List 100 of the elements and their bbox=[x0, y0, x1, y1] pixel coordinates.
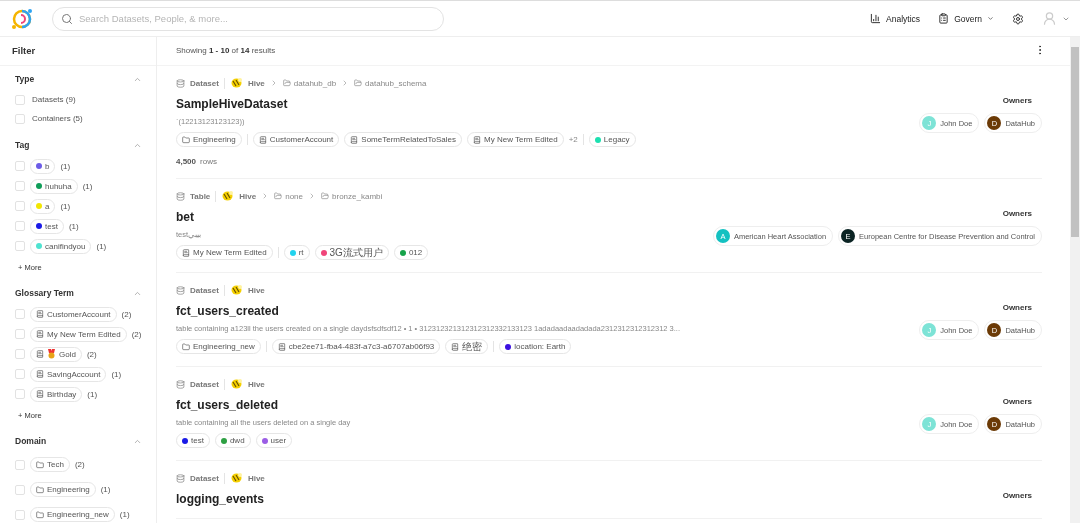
result-title[interactable]: bet bbox=[176, 210, 713, 224]
platform-name: Hive bbox=[239, 191, 257, 201]
filter-label: Containers (5) bbox=[32, 114, 83, 123]
book-icon bbox=[258, 135, 267, 144]
database-icon bbox=[176, 285, 185, 295]
filter-count: (1) bbox=[96, 241, 107, 251]
filter-count: (1) bbox=[100, 485, 111, 494]
checkbox[interactable] bbox=[15, 181, 25, 191]
owners-label: Owners bbox=[1002, 303, 1032, 312]
entity-type: Table bbox=[190, 191, 211, 201]
book-icon bbox=[277, 342, 286, 351]
user-menu[interactable] bbox=[1042, 11, 1070, 26]
checkbox[interactable] bbox=[15, 369, 25, 379]
folder-icon bbox=[36, 460, 44, 469]
book-icon bbox=[473, 135, 481, 144]
breadcrumb-link[interactable]: bronze_kambi bbox=[321, 191, 383, 201]
filter-count: (1) bbox=[119, 510, 130, 519]
folder-icon bbox=[321, 192, 329, 200]
book-icon bbox=[36, 350, 44, 358]
platform-name: Hive bbox=[247, 285, 265, 295]
section-header[interactable]: Type bbox=[15, 74, 142, 84]
book-icon bbox=[36, 390, 44, 398]
checkbox[interactable] bbox=[15, 221, 25, 231]
chevron-right-icon bbox=[308, 192, 316, 200]
owners-label: Owners bbox=[1002, 397, 1032, 406]
checkbox[interactable] bbox=[15, 349, 25, 359]
search-icon bbox=[61, 12, 73, 25]
result-title[interactable]: fct_users_created bbox=[176, 304, 920, 318]
result-title[interactable]: fct_users_deleted bbox=[176, 398, 920, 412]
entity-type: Dataset bbox=[190, 285, 219, 295]
checkbox[interactable] bbox=[15, 329, 25, 339]
bee-icon bbox=[229, 472, 243, 484]
database-icon bbox=[176, 473, 185, 483]
entity-type: Dataset bbox=[190, 379, 219, 389]
bee-icon bbox=[229, 284, 243, 296]
checkbox[interactable] bbox=[15, 509, 25, 520]
checkbox[interactable] bbox=[15, 94, 25, 105]
entity-type: Dataset bbox=[190, 78, 219, 88]
entity-type: Dataset bbox=[190, 473, 219, 483]
book-icon bbox=[36, 370, 44, 378]
book-icon bbox=[36, 310, 44, 318]
owners-label: Owners bbox=[1002, 96, 1032, 105]
nav-link[interactable]: Govern bbox=[938, 13, 994, 24]
folder-icon bbox=[36, 485, 44, 494]
folder-icon bbox=[274, 192, 283, 200]
book-icon bbox=[36, 330, 44, 338]
book-icon bbox=[350, 135, 359, 144]
logo-icon[interactable] bbox=[10, 6, 34, 31]
platform-name: Hive bbox=[247, 379, 265, 389]
book-icon bbox=[182, 248, 190, 257]
platform-name: Hive bbox=[247, 473, 265, 483]
checkbox[interactable] bbox=[15, 161, 25, 171]
folder-icon bbox=[182, 135, 190, 144]
section-header[interactable]: Tag bbox=[15, 140, 142, 150]
result-title[interactable]: SampleHiveDataset bbox=[176, 97, 920, 111]
database-icon bbox=[176, 191, 185, 201]
bee-icon bbox=[221, 190, 235, 202]
avatar-icon bbox=[1042, 11, 1057, 26]
filter-count: (2) bbox=[131, 329, 142, 339]
filter-count: (1) bbox=[111, 369, 122, 379]
filter-count: (2) bbox=[121, 309, 132, 319]
filter-count: (2) bbox=[86, 349, 97, 359]
row-count: 4,500 rows bbox=[176, 157, 218, 166]
owners-label: Owners bbox=[1002, 491, 1032, 500]
more-count: +2 bbox=[568, 135, 578, 144]
results-summary: Showing 1 - 10 of 14 results bbox=[176, 45, 276, 55]
checkbox[interactable] bbox=[15, 389, 25, 399]
scrollbar[interactable] bbox=[1070, 37, 1080, 523]
folder-icon bbox=[36, 510, 44, 519]
filter-count: (1) bbox=[82, 181, 93, 191]
database-icon bbox=[176, 379, 185, 389]
result-title[interactable]: logging_events bbox=[176, 492, 1003, 506]
book-icon bbox=[451, 342, 460, 351]
breadcrumb-link[interactable]: datahub_db bbox=[282, 78, 337, 88]
checkbox[interactable] bbox=[15, 201, 25, 211]
section-header[interactable]: Glossary Term bbox=[15, 288, 142, 298]
checkbox[interactable] bbox=[15, 459, 25, 470]
filter-count: (1) bbox=[60, 201, 71, 211]
chart-icon bbox=[870, 13, 882, 24]
filter-count: (1) bbox=[60, 161, 71, 171]
bee-icon bbox=[229, 378, 243, 390]
filter-count: (2) bbox=[74, 460, 85, 469]
owners-label: Owners bbox=[1002, 209, 1032, 218]
breadcrumb-link[interactable]: datahub_schema bbox=[354, 78, 427, 88]
checkbox[interactable] bbox=[15, 309, 25, 319]
checkbox[interactable] bbox=[15, 113, 25, 124]
section-header[interactable]: Domain bbox=[15, 436, 142, 446]
breadcrumb-link[interactable]: none bbox=[274, 191, 303, 201]
caret-icon bbox=[987, 15, 994, 22]
checkbox[interactable] bbox=[15, 241, 25, 251]
filter-count: (1) bbox=[87, 389, 98, 399]
checkbox[interactable] bbox=[15, 484, 25, 495]
settings-icon[interactable] bbox=[1012, 12, 1024, 25]
clipboard-icon bbox=[938, 13, 950, 24]
filter-label: Datasets (9) bbox=[32, 95, 76, 104]
database-icon bbox=[176, 78, 185, 88]
platform-name: Hive bbox=[247, 78, 265, 88]
filter-count: (1) bbox=[68, 221, 79, 231]
nav-link[interactable]: Analytics bbox=[870, 13, 921, 24]
folder-icon bbox=[354, 79, 363, 87]
